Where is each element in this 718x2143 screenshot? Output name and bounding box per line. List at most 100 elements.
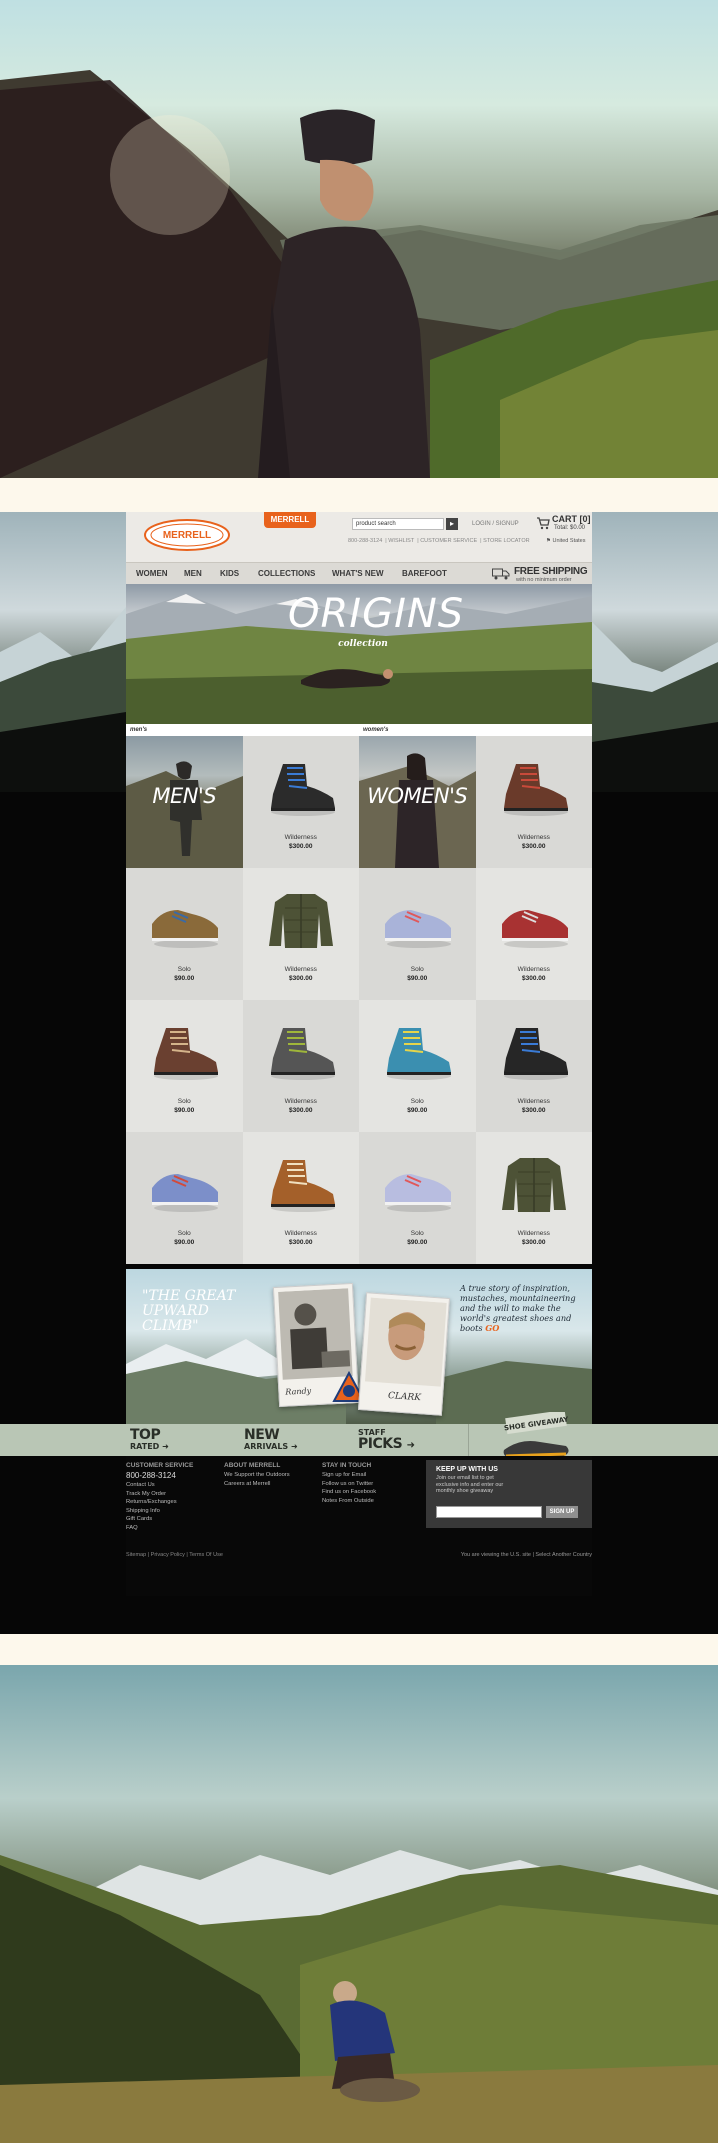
side-mountain-left: [0, 512, 126, 792]
product-name: Solo: [410, 1098, 424, 1105]
footer-legal-links[interactable]: Sitemap | Privacy Policy | Terms Of Use: [126, 1552, 223, 1558]
great-upward-climb-banner[interactable]: "THE GREAT UPWARD CLIMB" Randy CLARK A t…: [126, 1269, 592, 1424]
wishlist-link[interactable]: WISHLIST: [388, 538, 414, 544]
arrow-right-icon: ➜: [162, 1442, 169, 1451]
product-name: Solo: [177, 1098, 191, 1105]
arrow-right-icon: ➜: [406, 1440, 415, 1451]
customer-service-link[interactable]: CUSTOMER SERVICE: [420, 538, 477, 544]
hero-photo-bottom: [0, 1665, 718, 2143]
search-submit-button[interactable]: ▸: [446, 518, 458, 530]
cart-icon[interactable]: [536, 516, 550, 530]
story-go-link[interactable]: GO: [485, 1323, 499, 1333]
jacket-image: [501, 1158, 566, 1212]
footer-link-contact[interactable]: Contact Us: [126, 1481, 193, 1490]
product-name: Wilderness: [284, 1098, 317, 1105]
cart-link[interactable]: CART [0]: [552, 514, 591, 524]
truck-icon: [492, 568, 510, 580]
signup-copy: Join our email list to get exclusive inf…: [436, 1475, 504, 1494]
footer-link-notes[interactable]: Notes From Outside: [322, 1497, 376, 1506]
product-price: $90.00: [174, 1107, 195, 1114]
free-shipping-title[interactable]: FREE SHIPPING: [514, 566, 588, 577]
product-cell[interactable]: Wilderness $300.00: [475, 1132, 592, 1264]
clark-caption: CLARK: [387, 1391, 422, 1404]
story-quote: "THE GREAT UPWARD CLIMB": [142, 1288, 236, 1334]
staff-picks-link[interactable]: STAFF PICKS ➜: [358, 1428, 415, 1453]
product-cell[interactable]: Solo $90.00: [359, 1000, 476, 1132]
product-cell[interactable]: Wilderness $300.00: [242, 736, 359, 868]
email-input[interactable]: [436, 1506, 542, 1518]
arrow-right-icon: ➜: [290, 1442, 298, 1451]
top-rated-link[interactable]: TOP RATED ➜: [130, 1428, 169, 1451]
logo-text: MERRELL: [163, 530, 211, 541]
boot-image: [387, 1028, 451, 1080]
footer-link-twitter[interactable]: Follow us on Twitter: [322, 1480, 376, 1489]
product-cell[interactable]: Solo $90.00: [126, 1132, 243, 1264]
randy-caption: Randy: [285, 1386, 312, 1397]
product-price: $300.00: [289, 1107, 313, 1114]
footer-link-support-outdoors[interactable]: We Support the Outdoors: [224, 1471, 290, 1480]
footer-about-heading: ABOUT MERRELL: [224, 1462, 281, 1469]
mens-category-tile[interactable]: MEN'S: [126, 736, 243, 868]
new-arrivals-link[interactable]: NEW ARRIVALS ➜: [244, 1428, 298, 1451]
signup-button[interactable]: SIGN UP: [546, 1506, 578, 1518]
arrow-right-icon: ▸: [449, 519, 454, 528]
product-price: $90.00: [407, 1239, 428, 1246]
merrell-site: MERRELL MERRELL product search ▸ LOGIN /…: [0, 512, 718, 1634]
product-grid: men's women's MEN'S WOMEN'S Wilderness $3: [126, 724, 592, 1264]
nav-item-whats-new[interactable]: WHAT'S NEW: [332, 563, 384, 585]
product-cell[interactable]: Wilderness $300.00: [242, 868, 359, 1000]
site-footer: CUSTOMER SERVICE 800-288-3124 Contact Us…: [126, 1456, 592, 1596]
promo-strip: TOP RATED ➜ NEW ARRIVALS ➜ STAFF PICKS ➜…: [0, 1412, 718, 1458]
phone-number: 800-288-3124: [348, 538, 383, 544]
footer-link-shipping[interactable]: Shipping Info: [126, 1507, 193, 1516]
footer-link-faq[interactable]: FAQ: [126, 1524, 193, 1533]
hero-bottom-illustration: [0, 1850, 718, 2143]
product-price: $90.00: [407, 1107, 428, 1114]
footer-link-email[interactable]: Sign up for Email: [322, 1471, 376, 1480]
nav-item-women[interactable]: WOMEN: [136, 563, 168, 585]
product-cell[interactable]: Wilderness $300.00: [242, 1000, 359, 1132]
footer-about: ABOUT MERRELL We Support the Outdoors Ca…: [224, 1462, 290, 1488]
login-signup-link[interactable]: LOGIN / SIGNUP: [472, 521, 519, 527]
utility-links: 800-288-3124 | WISHLIST | CUSTOMER SERVICE…: [348, 538, 530, 544]
product-cell[interactable]: Solo $90.00: [126, 868, 243, 1000]
product-name: Solo: [177, 966, 191, 973]
footer-country-selector[interactable]: You are viewing the U.S. site | Select A…: [461, 1552, 592, 1558]
search-input[interactable]: product search: [352, 518, 444, 530]
merrell-logo[interactable]: MERRELL: [144, 518, 230, 552]
product-cell[interactable]: Wilderness $300.00: [242, 1132, 359, 1264]
product-price: $300.00: [522, 843, 546, 850]
mens-section-header: men's: [126, 724, 359, 736]
product-name: Wilderness: [284, 834, 317, 841]
merrell-badge-button[interactable]: MERRELL: [264, 512, 316, 528]
product-price: $300.00: [289, 843, 313, 850]
footer-link-facebook[interactable]: Find us on Facebook: [322, 1488, 376, 1497]
shoe-image: [152, 1174, 218, 1212]
store-locator-link[interactable]: STORE LOCATOR: [483, 538, 529, 544]
womens-category-tile[interactable]: WOMEN'S: [359, 736, 476, 868]
top-rated-small: RATED: [130, 1442, 160, 1451]
footer-link-gift-cards[interactable]: Gift Cards: [126, 1515, 193, 1524]
region-label: United States: [552, 538, 586, 544]
nav-item-men[interactable]: MEN: [184, 563, 202, 585]
nav-item-collections[interactable]: COLLECTIONS: [258, 563, 315, 585]
footer-link-careers[interactable]: Careers at Merrell: [224, 1480, 290, 1489]
hero-top-illustration: [0, 70, 718, 478]
product-cell[interactable]: Wilderness $300.00: [475, 736, 592, 868]
product-name: Solo: [410, 1230, 424, 1237]
product-cell[interactable]: Wilderness $300.00: [475, 868, 592, 1000]
footer-customer-service: CUSTOMER SERVICE 800-288-3124 Contact Us…: [126, 1462, 193, 1533]
region-selector[interactable]: ⚑ United States: [546, 538, 586, 544]
product-cell[interactable]: Solo $90.00: [359, 868, 476, 1000]
main-nav: WOMEN MEN KIDS COLLECTIONS WHAT'S NEW BA…: [126, 562, 592, 584]
boot-image: [154, 1028, 218, 1080]
nav-item-kids[interactable]: KIDS: [220, 563, 239, 585]
product-cell[interactable]: Wilderness $300.00: [475, 1000, 592, 1132]
nav-item-barefoot[interactable]: BAREFOOT: [402, 563, 447, 585]
origins-banner[interactable]: ORIGINS collection: [126, 584, 592, 724]
footer-link-returns[interactable]: Returns/Exchanges: [126, 1498, 193, 1507]
cart-total: Total: $0.00: [554, 525, 586, 531]
product-cell[interactable]: Solo $90.00: [359, 1132, 476, 1264]
product-cell[interactable]: Solo $90.00: [126, 1000, 243, 1132]
footer-link-track-order[interactable]: Track My Order: [126, 1490, 193, 1499]
